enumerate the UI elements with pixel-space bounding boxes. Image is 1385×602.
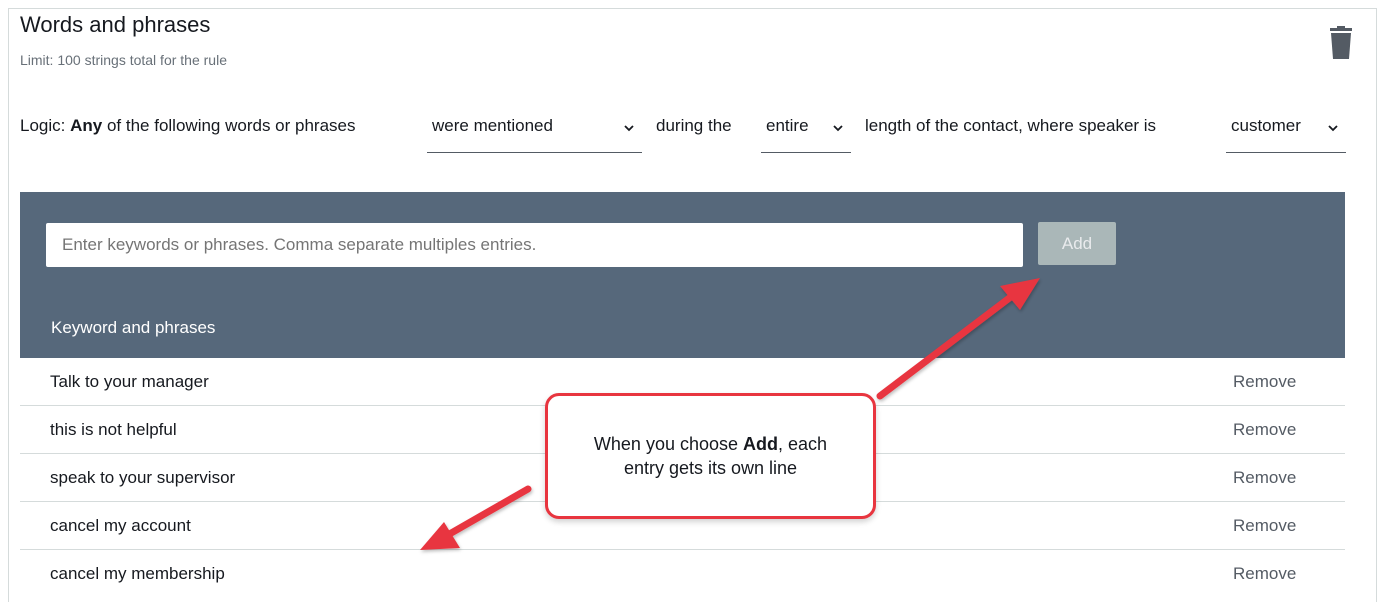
speaker-select-value: customer: [1231, 116, 1301, 135]
add-button[interactable]: Add: [1038, 222, 1116, 265]
chevron-down-icon: [624, 125, 634, 132]
period-select[interactable]: entire: [761, 110, 851, 153]
logic-label: Logic: Any of the following words or phr…: [20, 116, 356, 136]
keyword-text: Talk to your manager: [50, 372, 209, 391]
callout-prefix: When you choose: [593, 434, 739, 454]
remove-link[interactable]: Remove: [1233, 420, 1296, 440]
remove-link[interactable]: Remove: [1233, 516, 1296, 536]
keyword-table-header: Keyword and phrases: [51, 318, 216, 337]
mention-select-value: were mentioned: [432, 116, 553, 135]
chevron-down-icon: [833, 125, 843, 132]
during-text: during the: [656, 116, 732, 135]
keyword-text: this is not helpful: [50, 420, 177, 439]
keyword-input[interactable]: [46, 223, 1023, 267]
callout-suffix: , each: [778, 434, 828, 454]
trash-icon[interactable]: [1326, 26, 1356, 60]
period-select-value: entire: [766, 116, 809, 135]
remove-link[interactable]: Remove: [1233, 468, 1296, 488]
remove-link[interactable]: Remove: [1233, 564, 1296, 584]
callout-bold: Add: [743, 434, 779, 454]
keyword-text: speak to your supervisor: [50, 468, 236, 487]
logic-row: Logic: Any of the following words or phr…: [20, 110, 1360, 154]
keyword-row: cancel my membership Remove: [20, 550, 1345, 598]
section-title: Words and phrases: [20, 12, 211, 37]
callout-line-1: When you choose Add, each: [548, 434, 873, 455]
logic-any: Any: [70, 116, 103, 135]
remove-link[interactable]: Remove: [1233, 372, 1296, 392]
mention-select[interactable]: were mentioned: [427, 110, 642, 153]
keyword-panel: Add Keyword and phrases: [20, 192, 1345, 358]
callout-box: When you choose Add, each entry gets its…: [545, 393, 876, 519]
speaker-select[interactable]: customer: [1226, 110, 1346, 153]
keyword-text: cancel my account: [50, 516, 191, 535]
logic-of-following: of the following words or phrases: [106, 116, 356, 135]
limit-note: Limit: 100 strings total for the rule: [20, 52, 227, 68]
chevron-down-icon: [1328, 125, 1338, 132]
callout-line-2: entry gets its own line: [623, 458, 798, 478]
length-text: length of the contact, where speaker is: [865, 116, 1157, 135]
keyword-text: cancel my membership: [50, 564, 225, 583]
logic-prefix: Logic:: [20, 116, 66, 135]
